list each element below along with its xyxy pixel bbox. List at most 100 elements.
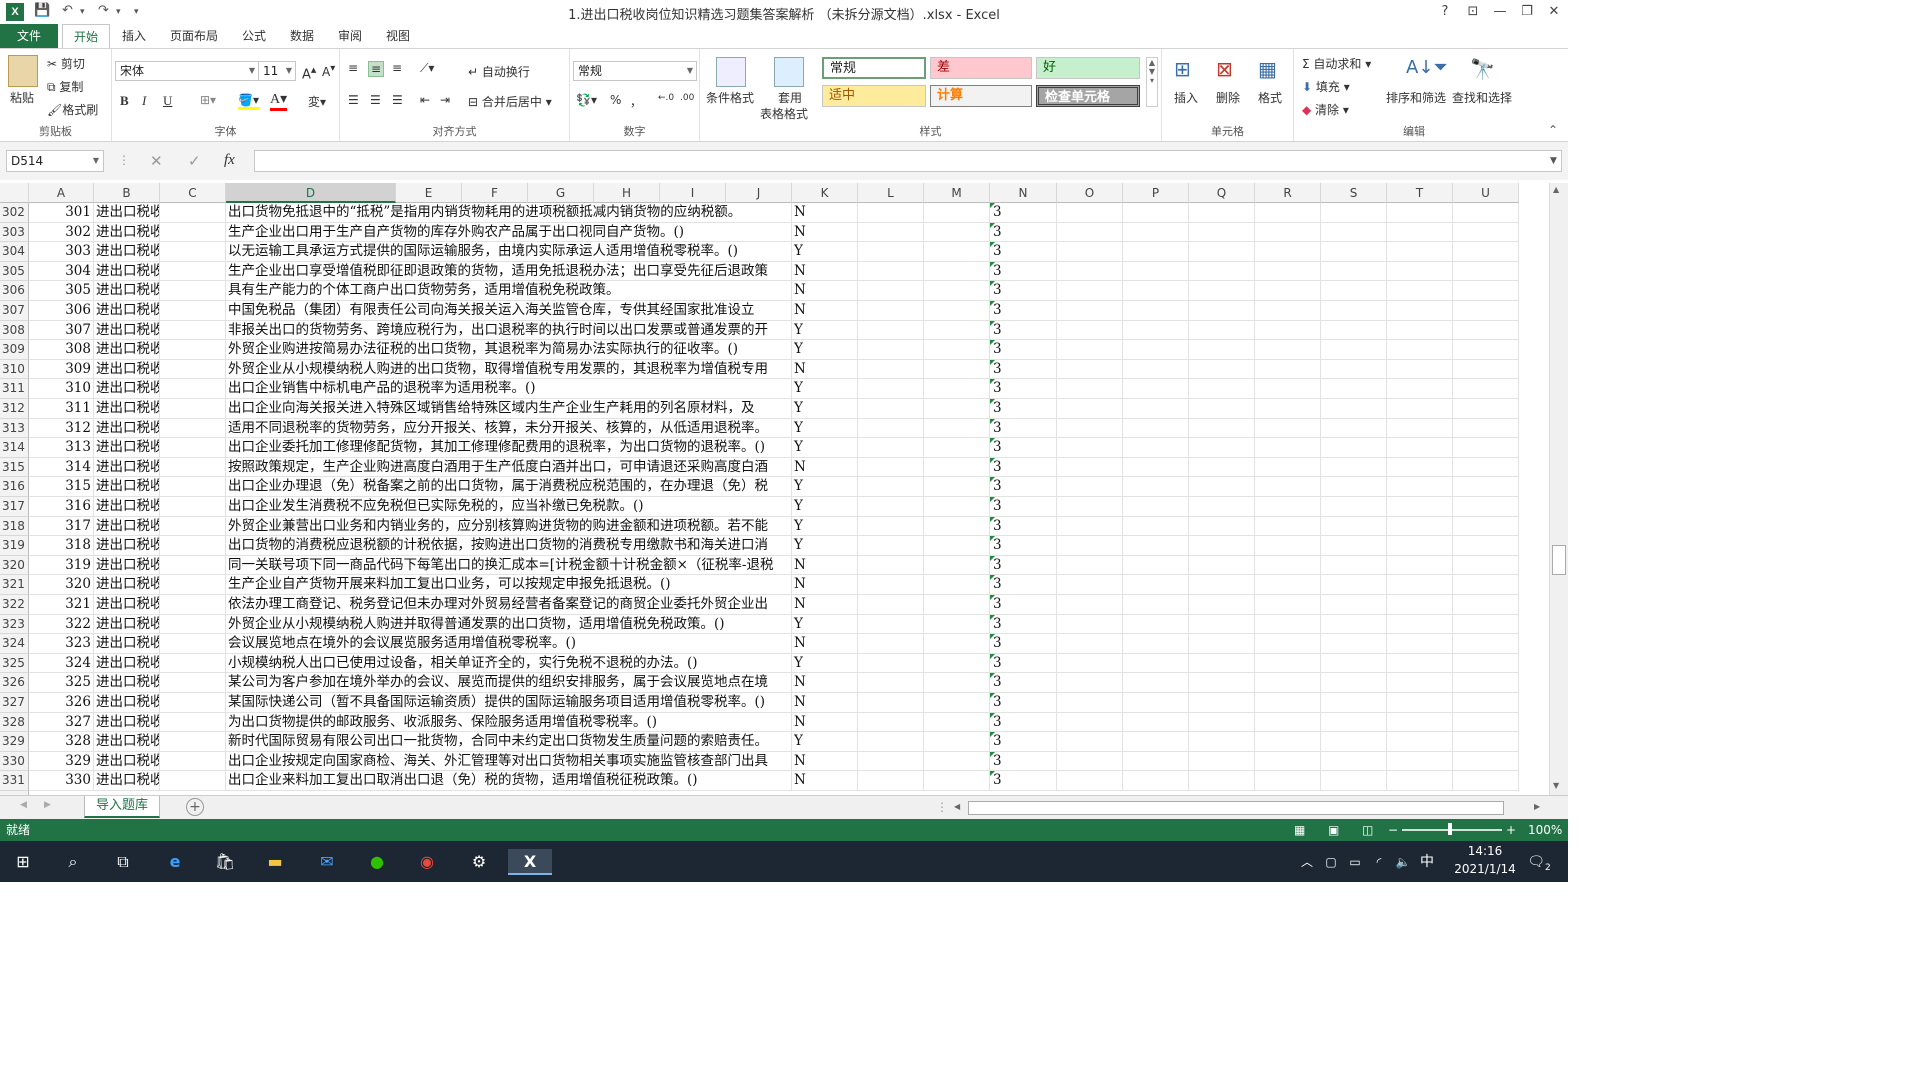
cell-empty[interactable] [1057, 575, 1123, 595]
cell-empty[interactable] [858, 301, 924, 321]
close-button[interactable]: ✕ [1541, 2, 1567, 22]
cell-empty[interactable] [1321, 203, 1387, 223]
excel-taskbar-icon[interactable]: X [508, 849, 552, 875]
cell-empty[interactable] [1387, 732, 1453, 752]
cell-empty[interactable] [858, 555, 924, 576]
column-header-m[interactable]: M [924, 183, 990, 203]
copy-button[interactable]: ⧉ 复制 [47, 78, 83, 95]
cell-empty[interactable] [1453, 771, 1519, 791]
battery-icon[interactable]: ▭ [1342, 849, 1368, 875]
fill-color-icon[interactable]: 🪣▾ [238, 93, 259, 110]
chrome-icon[interactable]: ◉ [414, 849, 440, 875]
cell-answer[interactable]: Y [792, 438, 858, 458]
cell-empty[interactable] [1057, 555, 1123, 576]
cell-question[interactable]: 小规模纳税人出口已使用过设备，相关单证齐全的，实行免税不退税的办法。() [226, 653, 792, 674]
cell-empty[interactable] [924, 712, 990, 733]
tab-insert[interactable]: 插入 [114, 24, 154, 48]
cell-answer[interactable]: Y [792, 418, 858, 439]
cell-empty[interactable] [1189, 693, 1255, 713]
cell-empty[interactable] [1387, 712, 1453, 733]
cell-empty[interactable] [1453, 634, 1519, 654]
cell-empty[interactable] [1189, 320, 1255, 341]
cell-empty[interactable] [858, 242, 924, 262]
cell-answer[interactable]: Y [792, 536, 858, 556]
cell-question[interactable]: 为出口货物提供的邮政服务、收派服务、保险服务适用增值税零税率。() [226, 712, 792, 733]
cell-empty[interactable] [1189, 261, 1255, 282]
row-header[interactable]: 312 [0, 399, 29, 419]
cell-empty[interactable] [1057, 222, 1123, 243]
cell-empty[interactable] [1255, 653, 1321, 674]
cell-empty[interactable] [1255, 242, 1321, 262]
cell-empty[interactable] [160, 555, 226, 576]
store-icon[interactable]: 🛍 [212, 849, 238, 875]
cell-category[interactable]: 进出口税收 [94, 555, 160, 576]
cell-empty[interactable] [1255, 379, 1321, 399]
cell-answer[interactable]: N [792, 693, 858, 713]
binoculars-icon[interactable]: 🔭 [1470, 57, 1495, 81]
cell-empty[interactable] [1057, 751, 1123, 772]
decrease-decimal-icon[interactable]: .00 [680, 93, 694, 103]
cell-empty[interactable] [1123, 222, 1189, 243]
cell-empty[interactable] [1123, 497, 1189, 517]
row-header[interactable]: 310 [0, 359, 29, 380]
cell-empty[interactable] [1057, 399, 1123, 419]
cell-empty[interactable] [1057, 242, 1123, 262]
cell-empty[interactable] [1255, 575, 1321, 595]
cell-empty[interactable] [858, 595, 924, 615]
cell-empty[interactable] [1453, 438, 1519, 458]
cell-category[interactable]: 进出口税收 [94, 536, 160, 556]
cell-category[interactable]: 进出口税收 [94, 751, 160, 772]
cell-empty[interactable] [924, 673, 990, 693]
cell-empty[interactable] [1453, 516, 1519, 537]
insert-function-button[interactable]: fx [224, 152, 235, 169]
cell-empty[interactable] [1057, 634, 1123, 654]
row-header[interactable]: 324 [0, 634, 29, 654]
cell-empty[interactable] [1321, 438, 1387, 458]
cell-id[interactable]: 308 [29, 340, 94, 360]
cell-empty[interactable] [924, 379, 990, 399]
cell-empty[interactable] [1453, 575, 1519, 595]
cell-category[interactable]: 进出口税收 [94, 379, 160, 399]
merge-center-button[interactable]: ⊟ 合并后居中 ▾ [468, 93, 552, 110]
next-sheet-icon[interactable]: ▶ [44, 800, 51, 810]
cell-empty[interactable] [1057, 771, 1123, 791]
cell-empty[interactable] [858, 771, 924, 791]
cell-empty[interactable] [1387, 261, 1453, 282]
row-header[interactable]: 318 [0, 516, 29, 537]
insert-cells-button[interactable]: 插入 [1174, 89, 1198, 106]
cell-score[interactable]: 3 [990, 516, 1057, 537]
cell-empty[interactable] [160, 399, 226, 419]
cell-empty[interactable] [1453, 359, 1519, 380]
cell-empty[interactable] [1321, 575, 1387, 595]
settings-icon[interactable]: ⚙ [466, 849, 492, 875]
cell-answer[interactable]: Y [792, 320, 858, 341]
cell-empty[interactable] [858, 614, 924, 635]
tab-review[interactable]: 审阅 [332, 24, 368, 48]
top-align-icon[interactable]: ≡ [348, 61, 358, 75]
cell-answer[interactable]: Y [792, 399, 858, 419]
cell-empty[interactable] [1321, 555, 1387, 576]
cell-empty[interactable] [1057, 457, 1123, 478]
cell-empty[interactable] [858, 399, 924, 419]
row-header[interactable]: 315 [0, 457, 29, 478]
column-header-e[interactable]: E [396, 183, 462, 203]
cell-empty[interactable] [858, 477, 924, 497]
cell-empty[interactable] [924, 497, 990, 517]
cell-empty[interactable] [1387, 399, 1453, 419]
cell-category[interactable]: 进出口税收 [94, 653, 160, 674]
cell-id[interactable]: 317 [29, 516, 94, 537]
cell-empty[interactable] [1387, 575, 1453, 595]
cell-empty[interactable] [1057, 614, 1123, 635]
cell-empty[interactable] [160, 359, 226, 380]
cell-empty[interactable] [1453, 477, 1519, 497]
cell-empty[interactable] [924, 301, 990, 321]
cell-score[interactable]: 3 [990, 751, 1057, 772]
row-header[interactable]: 303 [0, 222, 29, 243]
cell-empty[interactable] [1057, 653, 1123, 674]
worksheet-grid[interactable]: A B C D E F G H I J K L M N O P Q R S T U 302 301 进出口税收 出口货物免抵退中… [0, 183, 1568, 795]
cell-empty[interactable] [160, 751, 226, 772]
cell-category[interactable]: 进出口税收 [94, 771, 160, 791]
cell-empty[interactable] [924, 751, 990, 772]
cell-empty[interactable] [1387, 281, 1453, 301]
cell-empty[interactable] [1123, 203, 1189, 223]
